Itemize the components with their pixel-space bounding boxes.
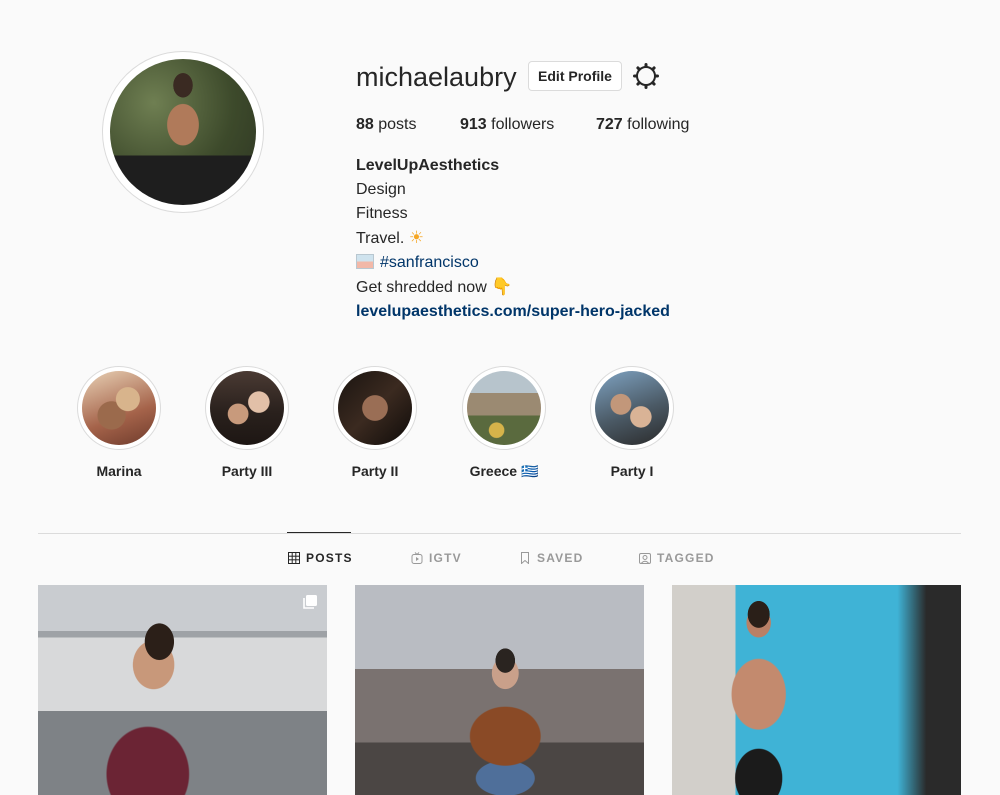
bio: LevelUpAesthetics Design Fitness Travel.… <box>356 154 670 324</box>
posts-label: posts <box>378 116 417 133</box>
igtv-icon <box>411 552 423 564</box>
highlight-cover <box>82 371 156 445</box>
edit-profile-button[interactable]: Edit Profile <box>528 61 622 91</box>
highlight-ring[interactable] <box>77 366 161 450</box>
bio-name: LevelUpAesthetics <box>356 157 500 174</box>
highlight-marina[interactable]: Marina <box>77 366 161 479</box>
bio-cta-text: Get shredded now <box>356 279 487 296</box>
tab-posts[interactable]: POSTS <box>288 551 353 565</box>
highlight-label: Party II <box>351 463 399 479</box>
tabs-divider <box>38 533 961 534</box>
followers-number: 913 <box>460 116 487 133</box>
highlight-ring[interactable] <box>333 366 417 450</box>
highlight-cover <box>338 371 412 445</box>
tagged-icon <box>639 553 651 564</box>
website-link[interactable]: levelupaesthetics.com/super-hero-jacked <box>356 303 670 320</box>
sun-icon: ☀ <box>408 228 425 247</box>
tab-label: POSTS <box>306 551 353 565</box>
following-count[interactable]: 727 following <box>596 116 689 134</box>
highlight-label: Greece 🇬🇷 <box>469 463 539 479</box>
followers-count[interactable]: 913 followers <box>460 116 554 134</box>
tab-label: SAVED <box>537 551 584 565</box>
following-number: 727 <box>596 116 623 133</box>
highlight-label: Party III <box>221 463 273 479</box>
followers-label: followers <box>491 116 555 133</box>
tab-igtv[interactable]: IGTV <box>411 551 462 565</box>
highlight-greece[interactable]: Greece 🇬🇷 <box>462 366 546 480</box>
bio-travel-text: Travel. <box>356 230 405 247</box>
hashtag-link[interactable]: #sanfrancisco <box>380 254 479 271</box>
post-image <box>672 585 961 795</box>
highlight-party-iii[interactable]: Party III <box>205 366 289 479</box>
tab-tagged[interactable]: TAGGED <box>639 551 715 565</box>
highlight-ring[interactable] <box>590 366 674 450</box>
post-tile[interactable] <box>355 585 644 795</box>
highlight-ring[interactable] <box>205 366 289 450</box>
bio-line-travel: Travel. ☀ <box>356 226 670 251</box>
highlight-cover <box>210 371 284 445</box>
picture-icon <box>356 254 374 269</box>
highlight-ring[interactable] <box>462 366 546 450</box>
tab-label: TAGGED <box>657 551 715 565</box>
profile-avatar-ring[interactable] <box>102 51 264 213</box>
bio-line-design: Design <box>356 181 406 198</box>
tab-saved[interactable]: SAVED <box>519 551 583 565</box>
username: michaelaubry <box>356 62 517 92</box>
highlight-party-ii[interactable]: Party II <box>333 366 417 479</box>
highlight-label: Party I <box>610 463 654 479</box>
post-image <box>355 585 644 795</box>
highlight-label: Marina <box>96 463 142 479</box>
gear-icon[interactable] <box>633 63 659 89</box>
post-tile[interactable] <box>672 585 961 795</box>
bio-line-fitness: Fitness <box>356 205 408 222</box>
avatar[interactable] <box>110 59 256 205</box>
bio-line-cta: Get shredded now 👇 <box>356 275 670 300</box>
multiple-photos-icon <box>303 595 317 609</box>
pointing-down-icon: 👇 <box>491 277 513 296</box>
highlight-cover <box>595 371 669 445</box>
bookmark-icon <box>521 552 529 564</box>
post-tile[interactable] <box>38 585 327 795</box>
highlight-cover <box>467 371 541 445</box>
bio-line-hashtag: #sanfrancisco <box>356 251 670 275</box>
highlight-party-i[interactable]: Party I <box>590 366 674 479</box>
post-image <box>38 585 327 795</box>
posts-number: 88 <box>356 116 374 133</box>
grid-icon <box>288 552 300 564</box>
following-label: following <box>627 116 690 133</box>
tab-label: IGTV <box>429 551 462 565</box>
posts-count: 88 posts <box>356 116 417 134</box>
active-tab-indicator <box>287 532 351 533</box>
